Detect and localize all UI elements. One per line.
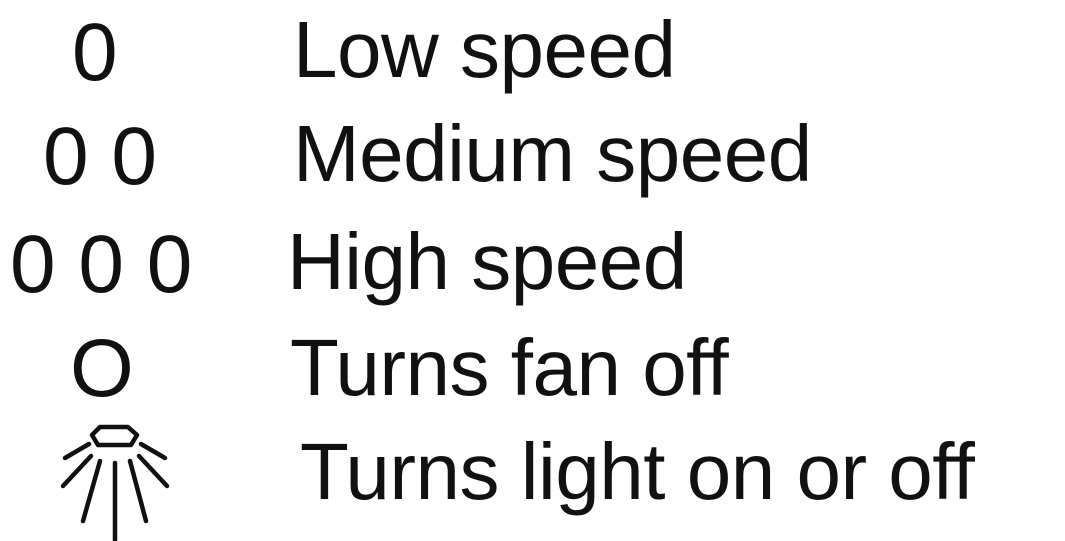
fan-off-label: Turns fan off xyxy=(290,323,729,412)
legend-row-medium-speed: 0 0 Medium speed xyxy=(0,104,1065,208)
medium-speed-label: Medium speed xyxy=(293,109,812,198)
legend-row-low-speed: 0 Low speed xyxy=(0,0,1065,104)
light-icon xyxy=(60,424,170,541)
medium-speed-symbol: 0 0 xyxy=(43,111,157,202)
legend-row-high-speed: 0 0 0 High speed xyxy=(0,212,1065,316)
high-speed-symbol: 0 0 0 xyxy=(10,219,193,310)
low-speed-label: Low speed xyxy=(293,5,676,94)
high-speed-label: High speed xyxy=(287,217,687,306)
fan-remote-legend: 0 Low speed 0 0 Medium speed 0 0 0 High … xyxy=(0,0,1065,541)
light-toggle-label: Turns light on or off xyxy=(300,427,975,516)
low-speed-symbol: 0 xyxy=(72,7,118,98)
legend-row-fan-off: O Turns fan off xyxy=(0,318,1065,422)
fan-off-symbol: O xyxy=(70,323,134,414)
